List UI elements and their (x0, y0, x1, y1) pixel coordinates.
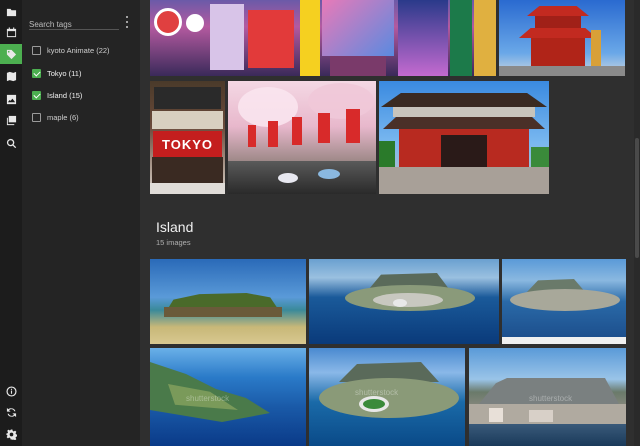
photo-grid: TOKYO Island 15 images shutterstock shut… (140, 0, 640, 446)
tag-checkbox[interactable] (32, 90, 41, 100)
section-count-island: 15 images (156, 238, 191, 247)
photo-akihabara-street[interactable] (150, 0, 496, 76)
album-icon[interactable] (3, 112, 19, 128)
tag-label: Island (15) (47, 90, 83, 100)
tag-icon[interactable] (0, 44, 22, 64)
section-title-island: Island (156, 219, 194, 235)
photo-cape-town-aerial-1[interactable] (309, 259, 499, 344)
sync-icon[interactable] (3, 404, 19, 420)
watermark: shutterstock (355, 388, 399, 397)
calendar-icon[interactable] (3, 24, 19, 40)
nav-rail (0, 0, 22, 446)
tag-item-maple[interactable]: maple (6) (32, 111, 79, 123)
watermark: shutterstock (186, 394, 230, 403)
photo-cape-town-aerial-2[interactable] (502, 259, 626, 344)
photo-table-mountain-harbour[interactable]: shutterstock (469, 348, 626, 446)
tag-checkbox[interactable] (32, 45, 41, 55)
scrollbar-thumb[interactable] (635, 138, 639, 258)
folder-icon[interactable] (3, 4, 19, 20)
content-scrollbar[interactable] (634, 0, 640, 446)
image-icon[interactable] (3, 91, 19, 107)
photo-island-beach[interactable] (150, 259, 306, 344)
tag-search (29, 14, 119, 32)
photo-cape-town-stadium[interactable]: shutterstock (309, 348, 465, 446)
tag-label: kyoto Animate (22) (47, 45, 110, 55)
photo-sensoji-pagoda[interactable] (499, 0, 625, 76)
tokyo-sign-text: TOKYO (162, 136, 213, 152)
photo-cherry-blossom-lanterns[interactable] (228, 81, 376, 194)
map-icon[interactable] (3, 68, 19, 84)
photo-kaminarimon-gate[interactable] (379, 81, 549, 194)
photo-tokyo-sign[interactable]: TOKYO (150, 81, 225, 194)
search-icon[interactable] (3, 135, 19, 151)
tag-checkbox[interactable] (32, 68, 41, 78)
tag-label: Tokyo (11) (47, 68, 82, 78)
tag-search-input[interactable] (29, 17, 119, 32)
tag-item-tokyo[interactable]: Tokyo (11) (32, 67, 81, 79)
more-options-icon[interactable] (123, 16, 131, 28)
tag-checkbox[interactable] (32, 112, 41, 122)
tag-item-island[interactable]: Island (15) (32, 89, 82, 101)
tag-label: maple (6) (47, 112, 79, 122)
settings-icon[interactable] (3, 426, 19, 442)
photo-island-coast-aerial[interactable]: shutterstock (150, 348, 306, 446)
tags-panel: kyoto Animate (22) Tokyo (11) Island (15… (22, 0, 140, 446)
tag-item-kyoto-animate[interactable]: kyoto Animate (22) (32, 44, 110, 56)
info-icon[interactable] (3, 383, 19, 399)
watermark: shutterstock (529, 394, 573, 403)
